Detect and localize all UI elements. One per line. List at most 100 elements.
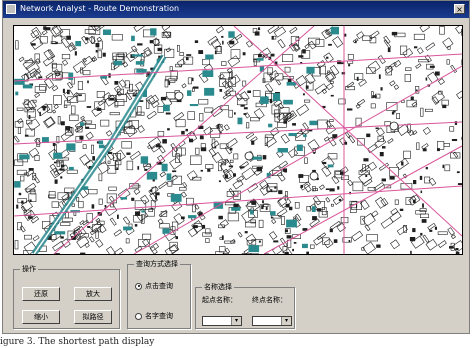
building-block — [100, 119, 110, 127]
chevron-down-icon[interactable]: ▾ — [281, 317, 291, 325]
pan-button[interactable]: 拟路径 — [74, 310, 112, 324]
building-solid — [217, 124, 220, 129]
building-block — [245, 233, 257, 245]
building-block — [415, 63, 422, 69]
building-solid — [135, 211, 141, 216]
building-block — [20, 175, 25, 182]
building-block — [82, 144, 87, 149]
building-block — [347, 53, 354, 60]
radio-button-selected[interactable] — [135, 282, 142, 290]
building-solid — [228, 165, 234, 168]
radio-name-query[interactable]: 名字查询 — [135, 311, 173, 321]
building-block — [111, 34, 123, 41]
building-solid — [87, 226, 91, 228]
building-block — [45, 72, 53, 79]
building-block — [19, 225, 26, 233]
building-block — [374, 196, 387, 209]
building-block — [187, 111, 195, 120]
building-solid — [262, 200, 264, 204]
building-block — [144, 209, 155, 217]
building-block — [294, 202, 300, 209]
water-body — [270, 211, 276, 216]
building-solid — [270, 53, 275, 57]
building-solid — [80, 252, 86, 254]
building-block — [302, 122, 310, 131]
building-solid — [461, 136, 462, 140]
building-solid — [285, 229, 288, 233]
building-solid — [420, 232, 423, 236]
building-block — [303, 183, 312, 193]
end-name-dropdown[interactable]: ▾ — [252, 316, 292, 326]
building-solid — [278, 190, 283, 195]
building-block — [211, 151, 223, 164]
building-solid — [269, 98, 273, 104]
building-block — [108, 195, 115, 203]
building-block — [362, 241, 376, 254]
radio-click-query[interactable]: 点击查询 — [135, 281, 173, 291]
zoom-in-button[interactable]: 放大 — [74, 287, 112, 301]
building-block — [329, 119, 334, 123]
restore-button[interactable]: 还原 — [22, 287, 60, 301]
building-block — [427, 222, 436, 231]
building-block — [253, 59, 257, 66]
building-solid — [104, 205, 107, 208]
city-map[interactable] — [14, 26, 462, 254]
building-solid — [126, 152, 131, 155]
building-block — [190, 155, 202, 165]
building-block — [71, 203, 75, 207]
building-block — [316, 232, 327, 241]
building-block — [404, 74, 411, 82]
title-bar[interactable]: Network Analyst - Route Demonstration × — [3, 1, 469, 18]
building-block — [347, 60, 354, 64]
building-solid — [181, 130, 185, 135]
building-solid — [91, 204, 95, 209]
building-block — [271, 104, 280, 115]
building-block — [157, 131, 165, 137]
building-block — [207, 35, 219, 46]
radio-button[interactable] — [135, 312, 142, 320]
building-solid — [18, 192, 22, 196]
building-block — [133, 188, 141, 195]
water-body — [166, 173, 172, 181]
building-block — [331, 175, 340, 185]
building-block — [129, 150, 141, 161]
building-block — [308, 40, 317, 50]
building-solid — [425, 77, 428, 81]
water-body — [327, 164, 334, 168]
building-block — [271, 218, 277, 225]
building-block — [413, 33, 425, 40]
building-solid — [222, 40, 224, 45]
building-block — [34, 92, 41, 98]
building-solid — [283, 120, 288, 124]
chevron-down-icon[interactable]: ▾ — [231, 317, 241, 325]
building-block — [22, 58, 36, 70]
building-solid — [363, 158, 369, 162]
building-solid — [185, 128, 188, 132]
close-button[interactable]: × — [454, 4, 465, 14]
building-block — [360, 215, 365, 225]
building-solid — [181, 216, 185, 220]
building-block — [17, 118, 24, 124]
building-block — [347, 179, 354, 187]
building-block — [287, 148, 299, 158]
building-solid — [338, 198, 342, 202]
building-solid — [242, 52, 246, 56]
building-block — [109, 217, 117, 226]
building-block — [279, 107, 290, 114]
building-block — [91, 144, 95, 154]
building-solid — [243, 113, 247, 115]
building-block — [114, 247, 124, 254]
map-view[interactable] — [13, 25, 463, 255]
building-block — [277, 39, 286, 49]
building-block — [34, 86, 46, 93]
building-solid — [286, 235, 292, 239]
building-solid — [455, 251, 460, 254]
building-block — [450, 234, 456, 240]
building-block — [396, 113, 400, 120]
building-solid — [131, 197, 135, 201]
start-name-dropdown[interactable]: ▾ — [202, 316, 242, 326]
building-block — [52, 241, 65, 252]
zoom-out-button[interactable]: 缩小 — [22, 310, 60, 324]
building-solid — [137, 166, 140, 170]
building-block — [82, 55, 93, 66]
